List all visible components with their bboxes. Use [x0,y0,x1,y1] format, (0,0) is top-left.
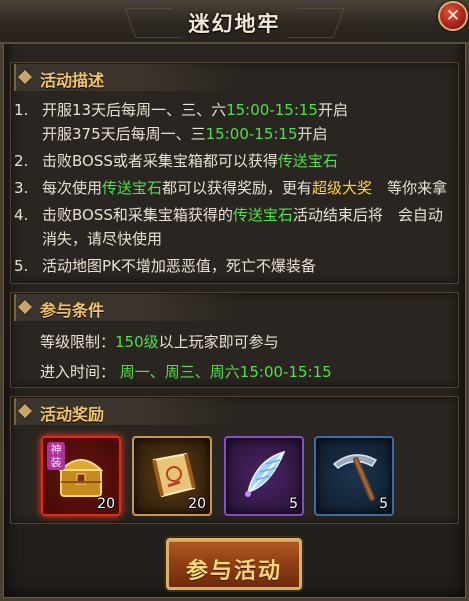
item-number: 3. [14,179,29,197]
item-number: 1. [14,101,29,119]
item-number: 2. [14,152,29,170]
description-item: 5. 活动地图PK不增加恶恶值，死亡不爆装备 [14,254,454,278]
reward-count: 20 [188,496,206,512]
reward-slot-pickaxe[interactable]: 5 [314,436,394,516]
description-line: 开服375天后每周一、三15:00-15:15开启 [42,122,454,146]
item-number: 4. [14,206,29,224]
level-suffix: 以上玩家即可参与 [158,333,279,351]
description-line: 击败BOSS和采集宝箱获得的传送宝石活动结束后将 会自动消失，请尽快使用 [42,203,454,251]
reward-slot-chest[interactable]: 神装 20 [41,436,121,516]
highlight-text: 传送宝石 [232,206,293,224]
reward-tag: 神装 [47,442,65,470]
reward-count: 20 [97,496,115,512]
diamond-icon [17,299,33,315]
rewards-title: 活动奖励 [40,405,105,424]
close-button[interactable]: ✕ [438,1,468,31]
close-icon: ✕ [445,6,461,26]
description-text: 等你来拿 [372,179,448,197]
window-title: 迷幻地牢 [188,12,281,36]
level-requirement: 等级限制：150级以上玩家即可参与 [40,331,279,353]
join-activity-label: 参与活动 [185,559,282,584]
highlight-text: 传送宝石 [102,179,163,197]
description-text: 开启 [297,125,328,143]
description-item: 1. 开服13天后每周一、三、六15:00-15:15开启 开服375天后每周一、三… [14,98,454,146]
pickaxe-icon [332,454,378,501]
description-item: 3. 每次使用传送宝石都可以获得奖励，更有超级大奖 等你来拿 [14,176,454,200]
reward-slot-scroll[interactable]: 20 [132,436,212,516]
entry-time: 进入时间： 周一、周三、周六15:00-15:15 [40,361,332,383]
description-text: 活动地图PK不增加恶恶值，死亡不爆装备 [42,257,316,275]
conditions-title: 参与条件 [40,301,105,320]
description-text: 都可以获得奖励，更有 [162,179,313,197]
description-line: 开服13天后每周一、三、六15:00-15:15开启 [42,98,454,122]
conditions-header: 参与条件 [14,294,244,321]
description-item: 4. 击败BOSS和采集宝箱获得的传送宝石活动结束后将 会自动消失，请尽快使用 [14,203,454,251]
time-label: 进入时间： [40,363,116,381]
description-item: 2. 击败BOSS或者采集宝箱都可以获得传送宝石 [14,149,454,173]
description-line: 每次使用传送宝石都可以获得奖励，更有超级大奖 等你来拿 [42,176,454,200]
description-text: 开服13天后每周一、三、六 [42,101,227,119]
feather-icon [245,450,286,497]
description-text: 每次使用 [42,179,103,197]
reward-count: 5 [379,496,388,512]
highlight-text: 传送宝石 [277,152,338,170]
description-header: 活动描述 [14,64,244,91]
level-label: 等级限制： [40,333,116,351]
title-bar: 迷幻地牢 [0,0,469,44]
description-text: 开服375天后每周一、三 [42,125,206,143]
reward-count: 5 [289,496,298,512]
reward-slot-feather[interactable]: 5 [224,436,304,516]
highlight-text: 15:00-15:15 [205,125,298,143]
rewards-header: 活动奖励 [14,398,244,425]
description-text: 击败BOSS和采集宝箱获得的 [42,206,233,224]
description-line: 活动地图PK不增加恶恶值，死亡不爆装备 [42,254,454,278]
description-line: 击败BOSS或者采集宝箱都可以获得传送宝石 [42,149,454,173]
diamond-icon [17,403,33,419]
highlight-text: 15:00-15:15 [226,101,318,119]
description-text: 击败BOSS或者采集宝箱都可以获得 [42,152,278,170]
description-title: 活动描述 [40,71,105,90]
description-text: 开启 [317,101,348,119]
level-value: 150级 [115,333,159,351]
highlight-text: 超级大奖 [312,179,373,197]
diamond-icon [17,69,33,85]
time-value: 周一、周三、周六15:00-15:15 [119,363,332,381]
reward-slots: 神装 20 20 5 5 [41,436,394,516]
item-number: 5. [14,257,29,275]
join-activity-button[interactable]: 参与活动 [166,538,302,590]
description-list[interactable]: 1. 开服13天后每周一、三、六15:00-15:15开启 开服375天后每周一、三… [14,98,454,284]
